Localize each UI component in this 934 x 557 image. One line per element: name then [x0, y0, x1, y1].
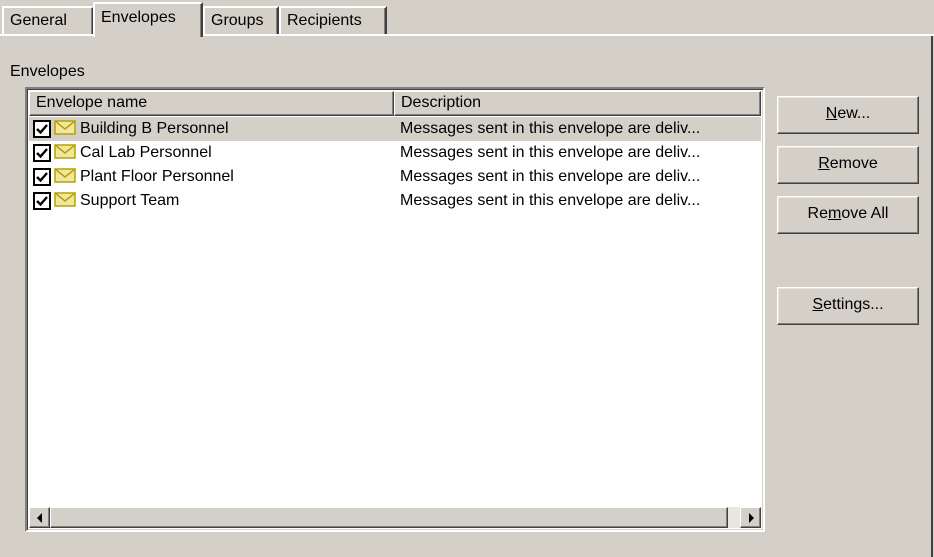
envelope-name: Cal Lab Personnel [80, 144, 212, 161]
column-header-description[interactable]: Description [394, 91, 761, 116]
tab-recipients-label: Recipients [287, 12, 362, 29]
list-item[interactable]: Plant Floor Personnel Messages sent in th… [29, 165, 761, 189]
scroll-right-button[interactable] [740, 507, 761, 528]
arrow-right-icon [749, 513, 754, 523]
list-body: Building B Personnel Messages sent in thi… [29, 117, 761, 213]
envelope-name-cell: Support Team [29, 191, 394, 212]
envelope-name: Building B Personnel [80, 120, 229, 137]
envelope-icon [54, 119, 76, 140]
checkmark-icon [36, 148, 48, 159]
tab-general-label: General [10, 12, 67, 29]
tab-envelopes-label: Envelopes [101, 9, 176, 26]
envelopes-list[interactable]: Envelope name Description Building B Per… [25, 87, 765, 532]
list-header: Envelope name Description [29, 91, 761, 116]
checkmark-icon [36, 124, 48, 135]
envelope-icon [54, 143, 76, 164]
settings-button[interactable]: Settings... [777, 287, 919, 325]
envelope-description: Messages sent in this envelope are deliv… [400, 192, 701, 209]
tab-recipients[interactable]: Recipients [279, 6, 387, 34]
envelope-name: Support Team [80, 192, 180, 209]
row-checkbox[interactable] [33, 168, 51, 186]
list-item[interactable]: Support Team Messages sent in this envelo… [29, 189, 761, 213]
horizontal-scrollbar[interactable] [29, 507, 761, 528]
row-checkbox[interactable] [33, 120, 51, 138]
section-label: Envelopes [10, 63, 85, 80]
envelope-description: Messages sent in this envelope are deliv… [400, 144, 701, 161]
envelope-icon [54, 167, 76, 188]
tab-groups-label: Groups [211, 12, 264, 29]
column-header-envelope-name[interactable]: Envelope name [29, 91, 394, 116]
tab-groups[interactable]: Groups [203, 6, 279, 34]
remove-button-label: Remove [818, 155, 878, 172]
tab-general[interactable]: General [2, 6, 94, 34]
envelope-name-cell: Cal Lab Personnel [29, 143, 394, 164]
envelope-description: Messages sent in this envelope are deliv… [400, 168, 701, 185]
envelope-name-cell: Plant Floor Personnel [29, 167, 394, 188]
row-checkbox[interactable] [33, 144, 51, 162]
settings-button-label: Settings... [812, 296, 884, 313]
list-item[interactable]: Cal Lab Personnel Messages sent in this e… [29, 141, 761, 165]
remove-button[interactable]: Remove [777, 146, 919, 184]
scrollbar-thumb[interactable] [50, 507, 728, 528]
checkmark-icon [36, 196, 48, 207]
new-button[interactable]: New... [777, 96, 919, 134]
scroll-left-button[interactable] [29, 507, 50, 528]
envelope-description: Messages sent in this envelope are deliv… [400, 120, 701, 137]
checkmark-icon [36, 172, 48, 183]
row-checkbox[interactable] [33, 192, 51, 210]
new-button-label: New... [825, 105, 871, 122]
envelope-icon [54, 191, 76, 212]
arrow-left-icon [37, 513, 42, 523]
envelope-name-cell: Building B Personnel [29, 119, 394, 140]
remove-all-button-label: Remove All [807, 205, 889, 222]
panel-border [931, 34, 933, 557]
remove-all-button[interactable]: Remove All [777, 196, 919, 234]
list-item[interactable]: Building B Personnel Messages sent in thi… [29, 117, 761, 141]
envelope-name: Plant Floor Personnel [80, 168, 234, 185]
tab-envelopes[interactable]: Envelopes [93, 2, 203, 37]
